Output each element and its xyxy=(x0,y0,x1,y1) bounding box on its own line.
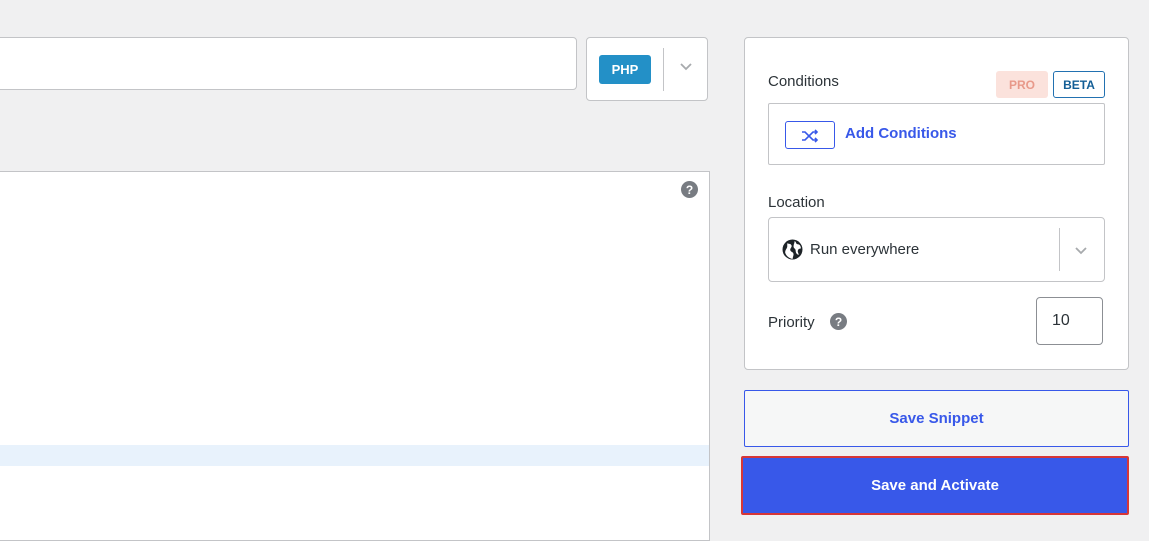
location-value: Run everywhere xyxy=(810,241,920,258)
editor-active-line xyxy=(0,445,709,466)
question-circle-icon[interactable]: ? xyxy=(830,313,847,330)
beta-badge: BETA xyxy=(1053,71,1105,98)
conditions-label: Conditions xyxy=(768,73,839,90)
select-divider xyxy=(1059,228,1060,271)
location-label: Location xyxy=(768,194,825,211)
globe-icon xyxy=(782,239,803,260)
priority-label: Priority xyxy=(768,314,815,331)
code-editor[interactable]: ? xyxy=(0,171,710,541)
save-and-activate-button[interactable]: Save and Activate xyxy=(741,456,1129,515)
question-circle-icon[interactable]: ? xyxy=(681,181,698,198)
add-conditions-button[interactable]: Add Conditions xyxy=(768,103,1105,165)
code-type-select[interactable]: PHP xyxy=(586,37,708,101)
chevron-down-icon[interactable] xyxy=(1072,242,1090,260)
priority-input[interactable] xyxy=(1036,297,1103,345)
shuffle-icon xyxy=(802,129,819,143)
chevron-down-icon[interactable] xyxy=(677,58,695,76)
php-badge: PHP xyxy=(599,55,651,84)
pro-badge: PRO xyxy=(996,71,1048,98)
add-conditions-label: Add Conditions xyxy=(845,125,957,142)
save-snippet-button[interactable]: Save Snippet xyxy=(744,390,1129,447)
conditions-toggle-icon xyxy=(785,121,835,149)
settings-panel: Conditions PRO BETA Add Conditions Locat… xyxy=(744,37,1129,370)
select-divider xyxy=(663,48,664,91)
location-select[interactable]: Run everywhere xyxy=(768,217,1105,282)
snippet-title-input[interactable] xyxy=(0,37,577,90)
